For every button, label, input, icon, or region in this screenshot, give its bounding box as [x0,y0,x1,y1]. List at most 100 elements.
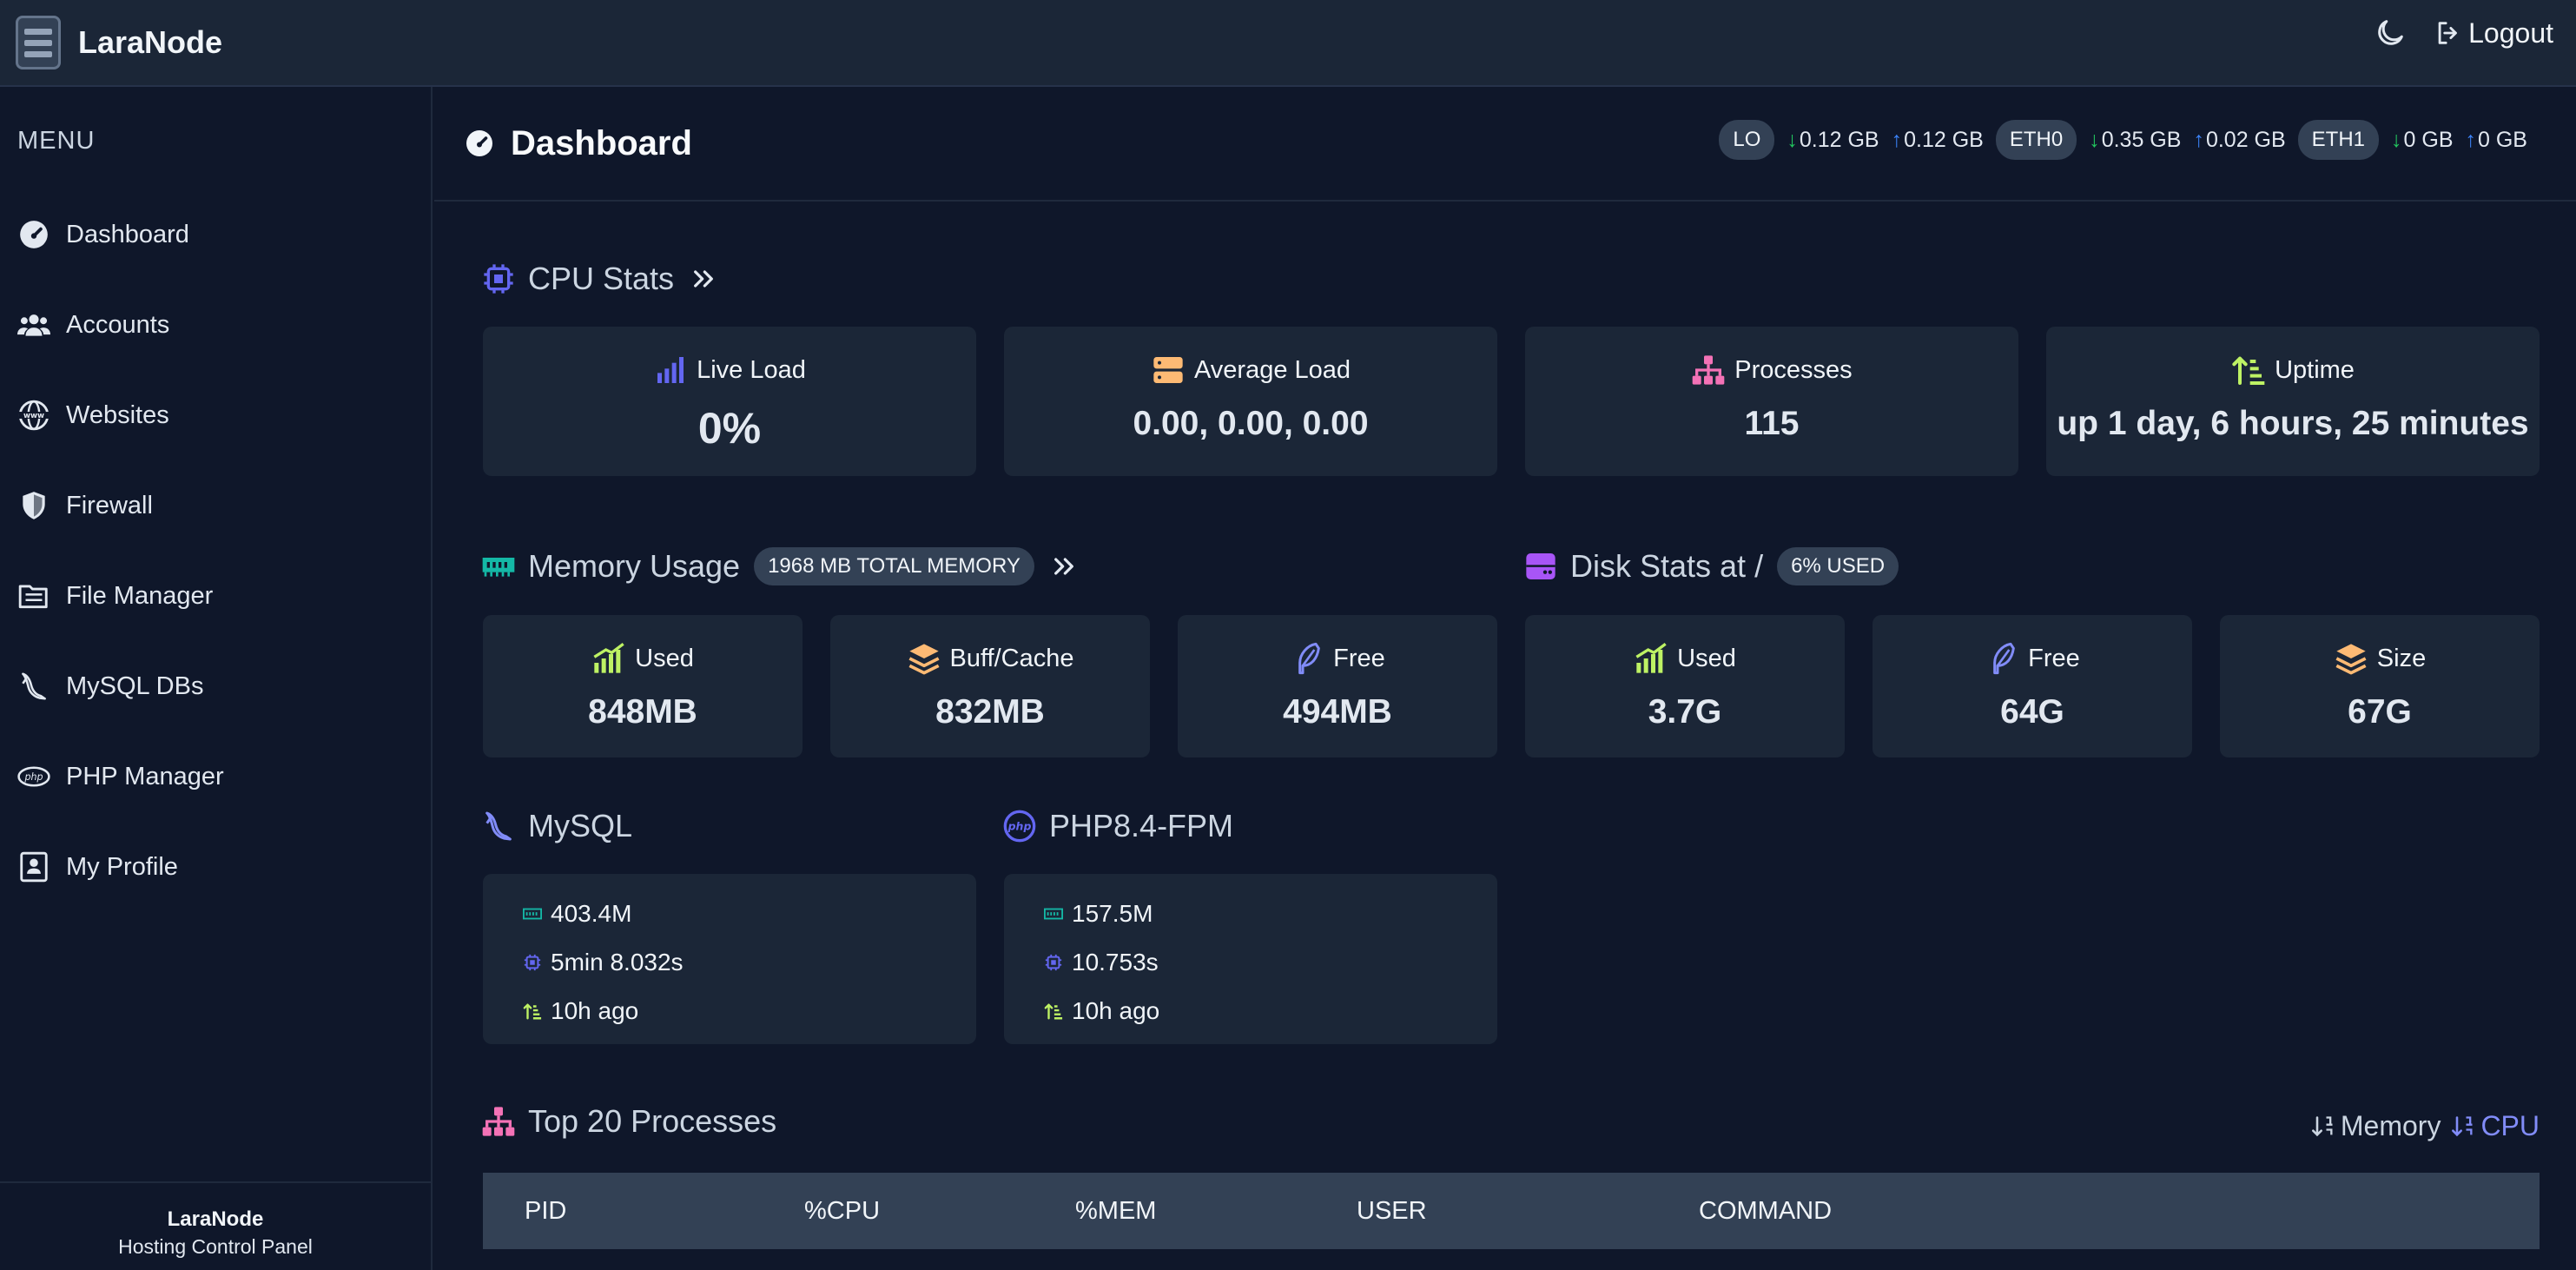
live-load-value: 0% [697,404,762,453]
sort-numeric-icon [2452,1115,2473,1136]
sidebar-item-file-manager[interactable]: File Manager [0,551,431,641]
php-uptime-row: 10h ago [1004,987,1497,1035]
gauge-icon [466,130,492,156]
signal-bars-icon [657,357,684,383]
processes-card: Processes 115 [1525,327,2018,476]
uptime-value: up 1 day, 6 hours, 25 minutes [2057,405,2529,442]
www-globe-icon: www [18,400,50,431]
server-stack-icon [1153,357,1183,383]
sort-cpu-button[interactable]: CPU [2451,1110,2540,1142]
processes-value: 115 [1744,405,1800,442]
sidebar-item-label: Dashboard [66,220,189,248]
net-up-eth1: ↑ 0 GB [2465,127,2527,152]
dark-mode-moon-icon[interactable] [2373,16,2408,50]
logout-label: Logout [2468,17,2553,49]
sidebar-item-mysql-dbs[interactable]: MySQL DBs [0,641,431,731]
brand-name: LaraNode [78,24,223,60]
arrow-up-icon: ↑ [1891,127,1903,152]
memory-cache-card: Buff/Cache 832MB [830,615,1150,757]
sort-memory-button[interactable]: Memory [2311,1110,2441,1142]
net-down-lo: ↓ 0.12 GB [1787,127,1879,152]
php-fpm-card: 157.5M 10.753s 10h ago [1004,874,1497,1044]
svg-text:php: php [23,771,43,783]
sidebar-item-php-manager[interactable]: php PHP Manager [0,731,431,822]
network-stats: LO ↓ 0.12 GB ↑ 0.12 GB ETH0 ↓ 0.35 GB ↑ 0.02… [1719,120,2527,160]
php-fpm-title: php PHP8.4-FPM [1002,808,1233,844]
column-header-pid[interactable]: PID [525,1197,566,1226]
iface-badge-eth0: ETH0 [1995,120,2077,160]
sidebar-item-accounts[interactable]: Accounts [0,280,431,370]
column-header-cpu[interactable]: %CPU [804,1197,880,1226]
dolphin-icon [485,811,512,841]
cpu-stats-title[interactable]: CPU Stats [481,261,717,297]
live-load-label: Live Load [697,355,806,384]
mysql-uptime-row: 10h ago [483,987,976,1035]
sitemap-icon [1692,355,1725,385]
chevrons-right-icon[interactable] [1050,552,1078,580]
svg-text:www: www [23,412,44,420]
main-content: Dashboard LO ↓ 0.12 GB ↑ 0.12 GB ETH0 ↓ 0.3… [434,87,2576,1270]
top-bar: LaraNode Logout [0,0,2576,87]
memory-cache-label: Buff/Cache [949,644,1074,672]
hard-drive-icon [1526,553,1556,579]
arrow-up-icon: ↑ [2465,127,2477,152]
average-load-card: Average Load 0.00, 0.00, 0.00 [1004,327,1497,476]
column-header-mem[interactable]: %MEM [1075,1197,1156,1226]
disk-size-value: 67G [2348,693,2412,731]
net-up-lo: ↑ 0.12 GB [1891,127,1984,152]
sidebar-item-label: My Profile [66,852,178,881]
logout-button[interactable]: Logout [2434,17,2553,50]
memory-ram-icon [482,558,515,577]
sidebar-item-label: MySQL DBs [66,671,204,700]
footer-subtitle: Hosting Control Panel [118,1235,313,1258]
disk-used-value: 3.7G [1648,693,1722,731]
layers-icon [2335,644,2367,675]
gauge-icon [20,221,48,248]
disk-stats-label: Disk Stats at / [1570,548,1764,584]
sidebar-item-firewall[interactable]: Firewall [0,460,431,551]
memory-free-value: 494MB [1283,693,1392,731]
sidebar-item-websites[interactable]: www Websites [0,370,431,460]
arrow-up-icon: ↑ [2193,127,2204,152]
page-title-text: Dashboard [511,123,692,162]
sidebar-item-label: File Manager [66,581,214,610]
mysql-card: 403.4M 5min 8.032s 10h ago [483,874,976,1044]
sort-up-list-icon [1044,1003,1063,1020]
php-cpu-row: 10.753s [1004,938,1497,987]
sidebar-item-label: Websites [66,400,169,429]
sidebar-item-my-profile[interactable]: My Profile [0,822,431,912]
feather-icon [1298,642,1321,675]
content-header: Dashboard LO ↓ 0.12 GB ↑ 0.12 GB ETH0 ↓ 0.3… [434,87,2576,202]
profile-card-icon [20,851,48,883]
signal-trend-icon [1635,643,1667,673]
signal-trend-icon [593,643,624,673]
disk-stats-title: Disk Stats at / 6% USED [1523,547,1899,585]
feather-icon [1993,642,2016,675]
iface-badge-eth1: ETH1 [2297,120,2380,160]
uptime-card: Uptime up 1 day, 6 hours, 25 minutes [2046,327,2540,476]
uptime-label: Uptime [2275,355,2355,384]
memory-used-card: Used 848MB [483,615,803,757]
cpu-stats-label: CPU Stats [528,261,675,296]
sidebar: MENU Dashboard Accounts www Websites Fir… [0,87,433,1270]
menu-title: MENU [17,127,96,155]
processes-table-header: PID %CPU %MEM USER COMMAND [483,1173,2540,1249]
memory-free-card: Free 494MB [1178,615,1497,757]
column-header-user[interactable]: USER [1357,1197,1427,1226]
brand-logo[interactable]: LaraNode [16,16,222,69]
sidebar-item-label: Firewall [66,491,153,519]
php-memory-row: 157.5M [1004,890,1497,938]
sort-controls: Memory CPU [2311,1110,2540,1142]
users-icon [17,314,50,336]
net-down-eth0: ↓ 0.35 GB [2089,127,2182,152]
column-header-command[interactable]: COMMAND [1699,1197,1832,1226]
server-icon [16,16,61,69]
average-load-label: Average Load [1193,355,1351,384]
memory-usage-title[interactable]: Memory Usage 1968 MB TOTAL MEMORY [481,547,1078,585]
chevrons-right-icon[interactable] [690,265,717,293]
sidebar-item-dashboard[interactable]: Dashboard [0,189,431,280]
memory-ram-icon [1044,908,1063,920]
sidebar-item-label: Accounts [66,310,170,339]
arrow-down-icon: ↓ [2089,127,2100,152]
memory-used-label: Used [635,644,694,672]
